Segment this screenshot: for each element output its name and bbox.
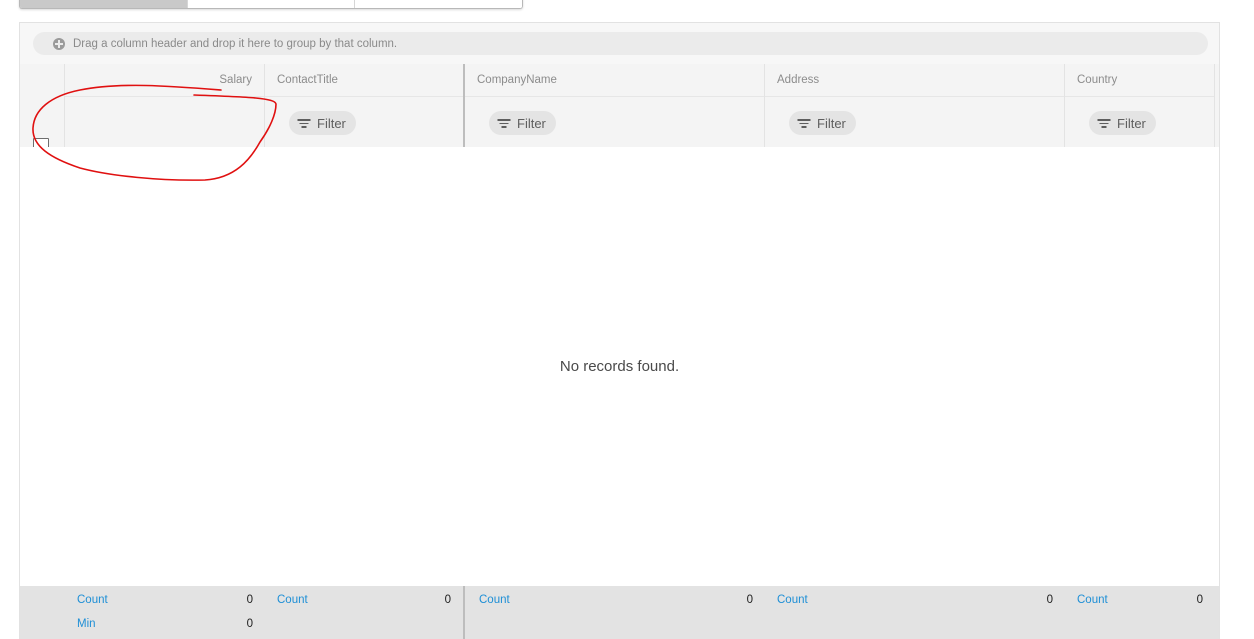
- group-by-area[interactable]: Drag a column header and drop it here to…: [20, 23, 1219, 65]
- summary-cell-contacttitle: Count 0: [265, 586, 465, 639]
- summary-label: Count: [479, 594, 510, 606]
- filter-label: Filter: [1117, 115, 1146, 131]
- summary-value: 0: [746, 594, 753, 606]
- group-by-hint-chip: Drag a column header and drop it here to…: [33, 32, 1208, 55]
- column-header-contacttitle[interactable]: ContactTitle Filter: [265, 64, 465, 147]
- summary-cell-salary: Count 0 Min 0: [65, 586, 265, 639]
- data-grid: Drag a column header and drop it here to…: [19, 22, 1220, 639]
- summary-value: 0: [444, 594, 451, 606]
- column-header-salary[interactable]: Salary: [65, 64, 265, 147]
- filter-icon: [1097, 118, 1111, 128]
- column-title-address[interactable]: Address: [765, 64, 1064, 97]
- column-header-country[interactable]: Country Filter: [1065, 64, 1215, 147]
- page: Drag a column header and drop it here to…: [0, 0, 1254, 639]
- summary-value: 0: [1046, 594, 1053, 606]
- empty-message: No records found.: [559, 358, 680, 375]
- filter-label: Filter: [817, 115, 846, 131]
- summary-count-contacttitle: Count 0: [277, 592, 451, 608]
- column-title-salary[interactable]: Salary: [65, 64, 264, 97]
- summary-min-salary: Min 0: [77, 616, 253, 632]
- column-title-contacttitle[interactable]: ContactTitle: [265, 64, 463, 97]
- summary-label: Min: [77, 618, 96, 630]
- segment-3[interactable]: [354, 0, 522, 8]
- group-by-hint-text: Drag a column header and drop it here to…: [73, 37, 398, 50]
- column-header-address[interactable]: Address Filter: [765, 64, 1065, 147]
- summary-value: 0: [1196, 594, 1203, 606]
- summary-cell-address: Count 0: [765, 586, 1065, 639]
- segment-2[interactable]: [186, 0, 355, 8]
- grid-body: No records found.: [20, 147, 1219, 586]
- summary-cell-companyname: Count 0: [467, 586, 765, 639]
- summary-label: Count: [1077, 594, 1108, 606]
- summary-row: Count 0 Min 0 Count 0 Count 0 Count 0 Co…: [20, 586, 1219, 639]
- column-header-companyname[interactable]: CompanyName Filter: [465, 64, 765, 147]
- summary-count-country: Count 0: [1077, 592, 1203, 608]
- filter-icon: [497, 118, 511, 128]
- column-title-country[interactable]: Country: [1065, 64, 1214, 97]
- summary-cell-country: Count 0: [1065, 586, 1215, 639]
- view-segmented-control: [19, 0, 523, 9]
- summary-label: Count: [277, 594, 308, 606]
- row-selector-header: [20, 64, 65, 154]
- summary-count-address: Count 0: [777, 592, 1053, 608]
- filter-button-companyname[interactable]: Filter: [489, 111, 556, 135]
- column-title-companyname[interactable]: CompanyName: [465, 64, 764, 97]
- summary-value: 0: [246, 618, 253, 630]
- filter-button-address[interactable]: Filter: [789, 111, 856, 135]
- filter-icon: [797, 118, 811, 128]
- group-by-icon: [53, 37, 65, 50]
- filter-button-country[interactable]: Filter: [1089, 111, 1156, 135]
- summary-label: Count: [77, 594, 108, 606]
- summary-count-salary: Count 0: [77, 592, 253, 608]
- summary-value: 0: [246, 594, 253, 606]
- grid-header: Salary ContactTitle Filter CompanyName F…: [20, 64, 1219, 154]
- summary-count-companyname: Count 0: [479, 592, 753, 608]
- filter-button-contacttitle[interactable]: Filter: [289, 111, 356, 135]
- segment-1[interactable]: [20, 0, 187, 8]
- summary-label: Count: [777, 594, 808, 606]
- filter-label: Filter: [517, 115, 546, 131]
- filter-label: Filter: [317, 115, 346, 131]
- filter-icon: [297, 118, 311, 128]
